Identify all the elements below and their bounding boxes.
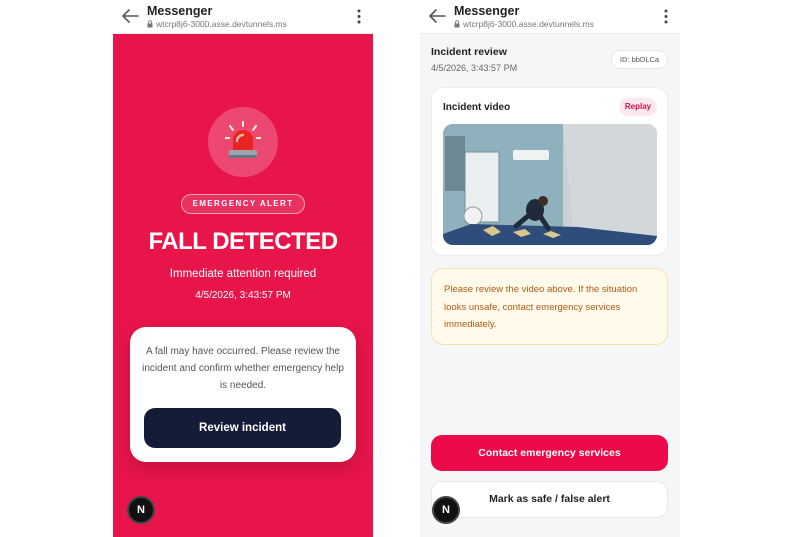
app-title: Messenger bbox=[454, 4, 520, 18]
lock-icon bbox=[454, 20, 460, 28]
url-text: wtcrp8j6-3000.asse.devtunnels.ms bbox=[156, 19, 287, 29]
lock-icon bbox=[147, 20, 153, 28]
incident-timestamp: 4/5/2026, 3:43:57 PM bbox=[431, 63, 518, 73]
next-logo-icon[interactable]: N bbox=[432, 496, 460, 524]
mark-safe-button[interactable]: Mark as safe / false alert bbox=[431, 481, 668, 518]
replay-button[interactable]: Replay bbox=[619, 98, 657, 116]
app-title: Messenger bbox=[147, 4, 213, 18]
incident-video[interactable] bbox=[443, 124, 657, 245]
incident-video-card: Incident video Replay bbox=[431, 87, 668, 256]
app-bar: Messenger wtcrp8j6-3000.asse.devtunnels.… bbox=[113, 0, 373, 34]
alert-timestamp: 4/5/2026, 3:43:57 PM bbox=[195, 290, 291, 301]
next-logo-icon[interactable]: N bbox=[127, 496, 155, 524]
page-title: Incident review bbox=[431, 46, 507, 58]
video-frame-image bbox=[443, 124, 657, 245]
app-bar: Messenger wtcrp8j6-3000.asse.devtunnels.… bbox=[420, 0, 680, 34]
video-label: Incident video bbox=[443, 102, 511, 113]
contact-emergency-button[interactable]: Contact emergency services bbox=[431, 435, 668, 471]
back-arrow-icon[interactable] bbox=[428, 8, 446, 24]
incident-message: A fall may have occurred. Please review … bbox=[142, 346, 344, 391]
url-display: wtcrp8j6-3000.asse.devtunnels.ms bbox=[454, 19, 594, 29]
incident-review-screen: Messenger wtcrp8j6-3000.asse.devtunnels.… bbox=[420, 0, 680, 537]
url-text: wtcrp8j6-3000.asse.devtunnels.ms bbox=[463, 19, 594, 29]
warning-text: Please review the video above. If the si… bbox=[444, 284, 638, 330]
emergency-alert-pill: EMERGENCY ALERT bbox=[181, 194, 305, 214]
back-arrow-icon[interactable] bbox=[121, 8, 139, 24]
incident-card: A fall may have occurred. Please review … bbox=[130, 327, 356, 462]
siren-badge bbox=[208, 107, 278, 177]
review-incident-button[interactable]: Review incident bbox=[144, 408, 341, 448]
siren-icon bbox=[225, 121, 261, 158]
warning-message-box: Please review the video above. If the si… bbox=[431, 268, 668, 345]
alert-title: FALL DETECTED bbox=[148, 228, 338, 255]
alert-screen: Messenger wtcrp8j6-3000.asse.devtunnels.… bbox=[113, 0, 373, 537]
incident-id-badge: ID: bbDLCa bbox=[611, 50, 668, 69]
url-display: wtcrp8j6-3000.asse.devtunnels.ms bbox=[147, 19, 287, 29]
alert-subtitle: Immediate attention required bbox=[169, 268, 317, 280]
more-vert-icon[interactable] bbox=[664, 9, 668, 24]
more-vert-icon[interactable] bbox=[357, 9, 361, 24]
